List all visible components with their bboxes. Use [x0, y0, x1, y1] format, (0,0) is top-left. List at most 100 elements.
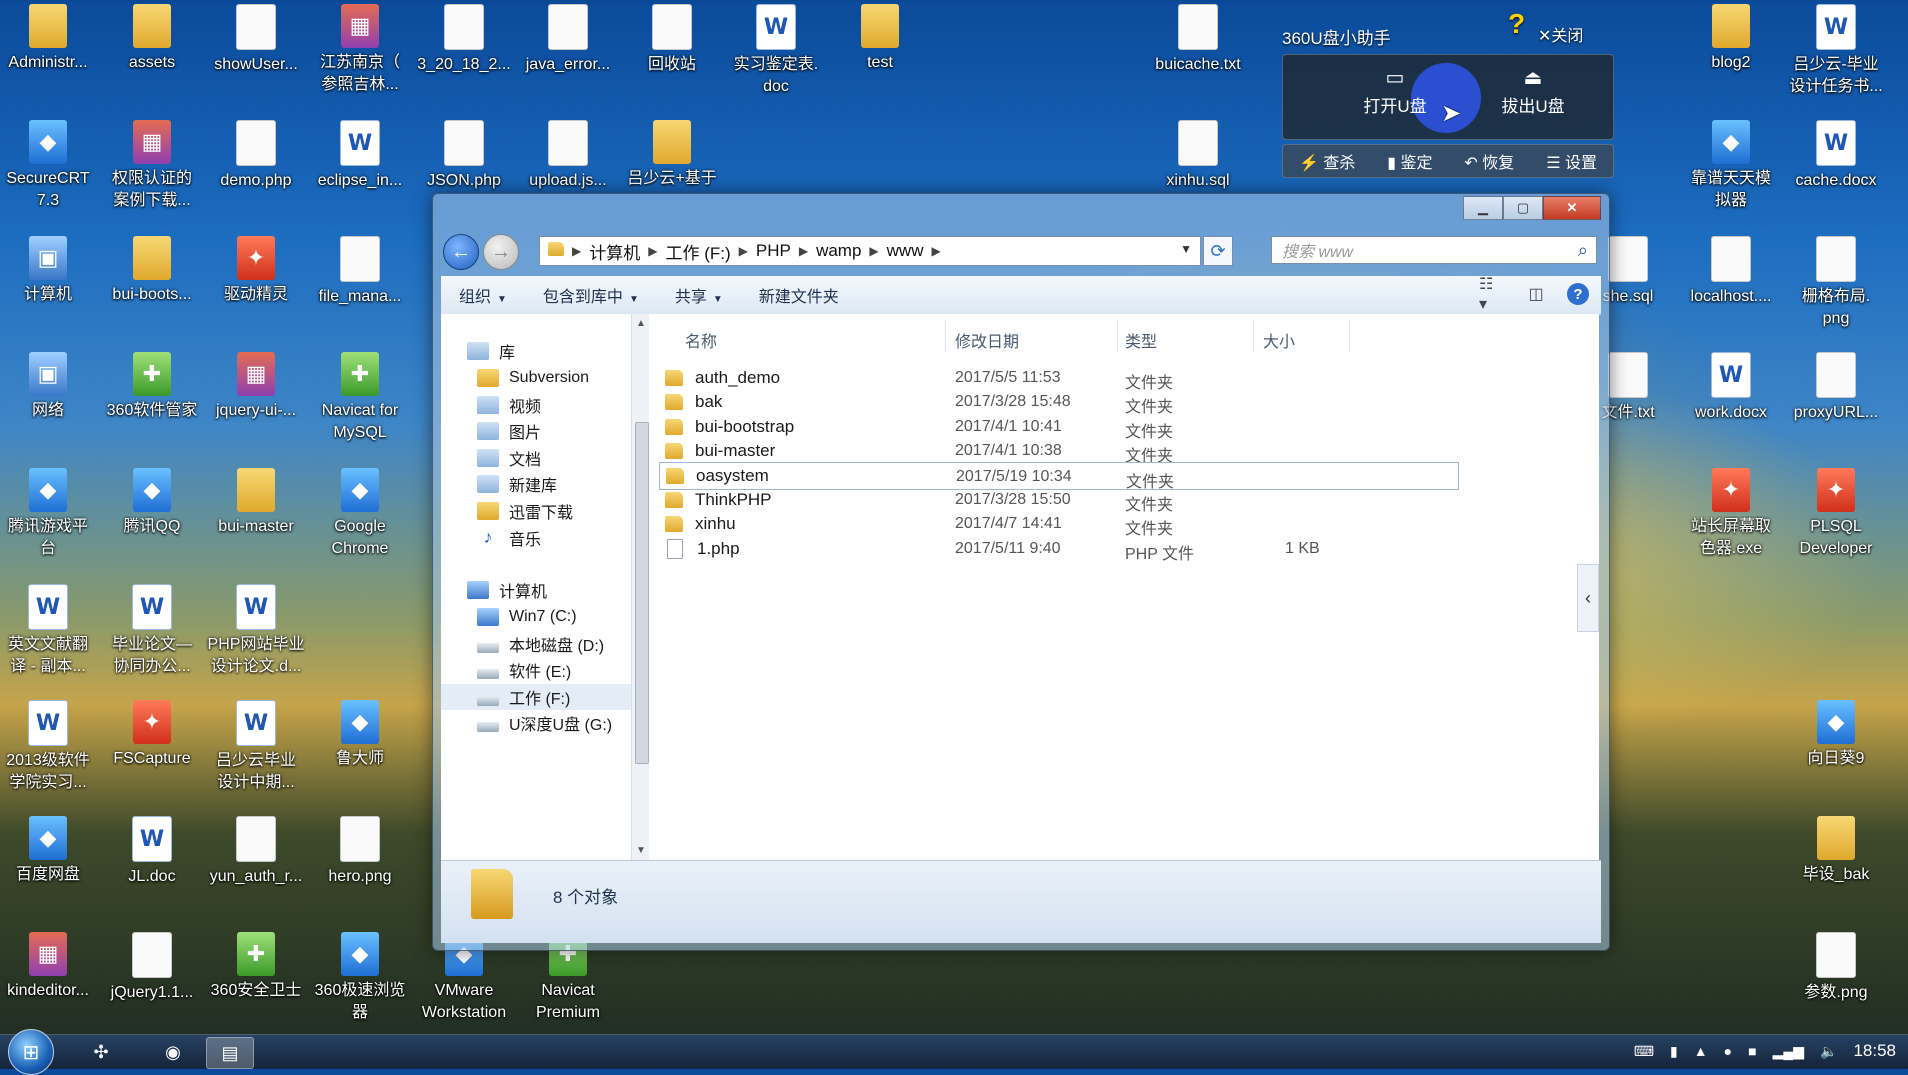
desktop-icon[interactable]: ◆ Google Chrome: [308, 468, 412, 560]
breadcrumb-php[interactable]: PHP: [748, 241, 799, 261]
taskbar-chrome-icon[interactable]: ◉: [150, 1037, 196, 1067]
new-folder-button[interactable]: 新建文件夹: [741, 283, 857, 307]
desktop-icon[interactable]: 栅格布局. png: [1784, 236, 1888, 330]
volume-icon[interactable]: 🔈: [1820, 1043, 1837, 1060]
desktop-icon[interactable]: 吕少云+基于: [620, 120, 724, 190]
nav-drive-item[interactable]: 软件 (E:): [441, 657, 631, 683]
scroll-thumb[interactable]: [635, 422, 649, 764]
change-view-button[interactable]: ☷ ▾: [1479, 276, 1505, 313]
desktop-icon[interactable]: Wwork.docx: [1679, 352, 1783, 424]
desktop-icon[interactable]: Weclipse_in...: [308, 120, 412, 192]
desktop-icon[interactable]: bui-master: [204, 468, 308, 538]
start-button[interactable]: ⊞: [8, 1029, 54, 1075]
back-button[interactable]: ←: [443, 234, 479, 270]
nav-drive-item[interactable]: 本地磁盘 (D:): [441, 631, 631, 657]
collapse-pane-button[interactable]: ‹: [1577, 564, 1599, 632]
desktop-icon[interactable]: W 毕业论文— 协同办公...: [100, 584, 204, 678]
scroll-up-icon[interactable]: ▲: [636, 318, 646, 329]
nav-scrollbar[interactable]: ▲ ▼: [631, 314, 650, 860]
desktop-icon[interactable]: Administr...: [0, 4, 100, 74]
eject-usb-button[interactable]: ⏏ 拔出U盘: [1483, 65, 1583, 117]
desktop-icon[interactable]: ◆ 腾讯QQ: [100, 468, 204, 538]
desktop-icon[interactable]: jQuery1.1...: [100, 932, 204, 1004]
desktop-icon[interactable]: W 吕少云毕业 设计中期...: [204, 700, 308, 794]
share-menu[interactable]: 共享 ▼: [657, 283, 741, 307]
desktop-icon[interactable]: ▣ 网络: [0, 352, 100, 422]
include-in-library-menu[interactable]: 包含到库中 ▼: [525, 283, 657, 307]
nav-library-item[interactable]: 文档: [477, 445, 541, 471]
desktop-icon[interactable]: W 英文文献翻 译 - 副本...: [0, 584, 100, 678]
desktop-icon[interactable]: ◆ 腾讯游戏平 台: [0, 468, 100, 560]
desktop-icon[interactable]: demo.php: [204, 120, 308, 192]
address-bar[interactable]: ▶ 计算机 ▶ 工作 (F:) ▶ PHP ▶ wamp ▶ www ▶ ▼: [539, 236, 1201, 266]
search-icon[interactable]: ⌕: [1578, 240, 1588, 261]
desktop-icon[interactable]: ◆ 360极速浏览 器: [308, 932, 412, 1024]
nav-library-item[interactable]: ♪ 音乐: [477, 525, 542, 551]
qq-tray-icon[interactable]: ●: [1724, 1043, 1732, 1059]
maximize-button[interactable]: ▢: [1503, 196, 1543, 220]
taskbar-360-icon[interactable]: ✣: [78, 1037, 124, 1067]
preview-pane-button[interactable]: ◫: [1523, 282, 1549, 306]
desktop-icon[interactable]: ✚ 360软件管家: [100, 352, 204, 422]
minimize-button[interactable]: ▁: [1463, 196, 1503, 220]
desktop-icon[interactable]: W 2013级软件 学院实习...: [0, 700, 100, 794]
desktop-icon[interactable]: localhost....: [1679, 236, 1783, 308]
desktop-icon[interactable]: xinhu.sql: [1146, 120, 1250, 192]
tray-app-icon[interactable]: ■: [1748, 1043, 1756, 1059]
desktop-icon[interactable]: file_mana...: [308, 236, 412, 308]
verify-button[interactable]: ▮ 鉴定: [1387, 149, 1432, 173]
taskbar-explorer-icon[interactable]: ▤: [206, 1037, 254, 1069]
desktop-icon[interactable]: ▣ 计算机: [0, 236, 100, 306]
nav-libraries[interactable]: 库: [467, 338, 515, 364]
desktop-icon[interactable]: W 吕少云-毕业 设计任务书...: [1784, 4, 1888, 98]
desktop-icon[interactable]: W PHP网站毕业 设计论文.d...: [204, 584, 308, 678]
column-type[interactable]: 类型: [1125, 328, 1157, 352]
nav-drive-item[interactable]: U深度U盘 (G:): [441, 710, 631, 736]
nav-library-item[interactable]: 图片: [477, 418, 541, 444]
help-question-icon[interactable]: ?: [1508, 8, 1538, 42]
column-size[interactable]: 大小: [1263, 328, 1295, 352]
desktop-icon[interactable]: ▦ kindeditor...: [0, 932, 100, 1002]
breadcrumb-drive-f[interactable]: 工作 (F:): [657, 239, 738, 264]
battery-icon[interactable]: ▮: [1670, 1043, 1678, 1060]
desktop-icon[interactable]: assets: [100, 4, 204, 74]
desktop-icon[interactable]: buicache.txt: [1146, 4, 1250, 76]
desktop-icon[interactable]: 毕设_bak: [1784, 816, 1888, 886]
desktop-icon[interactable]: 参数.png: [1784, 932, 1888, 1004]
breadcrumb-www[interactable]: www: [879, 241, 932, 261]
desktop-icon[interactable]: W 实习鉴定表. doc: [724, 4, 828, 98]
desktop-icon[interactable]: ◆ 百度网盘: [0, 816, 100, 886]
clock[interactable]: 18:58: [1853, 1041, 1896, 1061]
open-usb-button[interactable]: ▭ 打开U盘: [1335, 65, 1455, 117]
settings-button[interactable]: ☰ 设置: [1546, 149, 1597, 173]
desktop-icon[interactable]: ◆ 靠谱天天模 拟器: [1679, 120, 1783, 212]
desktop-icon[interactable]: ◆ 向日葵9: [1784, 700, 1888, 770]
nav-library-item[interactable]: Subversion: [477, 365, 589, 391]
nav-library-item[interactable]: 视频: [477, 392, 541, 418]
desktop-icon[interactable]: 回收站: [620, 4, 724, 76]
desktop-icon[interactable]: ▦ jquery-ui-...: [204, 352, 308, 422]
desktop-icon[interactable]: proxyURL...: [1784, 352, 1888, 424]
desktop-icon[interactable]: 3_20_18_2...: [412, 4, 516, 76]
desktop-icon[interactable]: ▦ 权限认证的 案例下载...: [100, 120, 204, 212]
breadcrumb-computer[interactable]: 计算机: [581, 239, 648, 264]
desktop-icon[interactable]: ◆ SecureCRT 7.3: [0, 120, 100, 212]
desktop-icon[interactable]: Wcache.docx: [1784, 120, 1888, 192]
desktop-icon[interactable]: ✦ FSCapture: [100, 700, 204, 770]
desktop-icon[interactable]: hero.png: [308, 816, 412, 888]
keyboard-icon[interactable]: ⌨: [1634, 1043, 1654, 1060]
usb-close-button[interactable]: ✕关闭: [1538, 22, 1583, 46]
nav-drive-item[interactable]: 工作 (F:): [441, 683, 631, 710]
help-icon[interactable]: ?: [1567, 283, 1589, 305]
nav-drive-item[interactable]: Win7 (C:): [441, 604, 631, 630]
organize-menu[interactable]: 组织 ▼: [441, 283, 525, 307]
column-date[interactable]: 修改日期: [955, 328, 1019, 352]
desktop-icon[interactable]: blog2: [1679, 4, 1783, 74]
refresh-button[interactable]: ⟳: [1203, 236, 1233, 266]
desktop-icon[interactable]: ✚ Navicat for MySQL: [308, 352, 412, 444]
forward-button[interactable]: →: [483, 234, 519, 270]
nav-library-item[interactable]: 迅雷下载: [477, 498, 573, 524]
desktop-icon[interactable]: bui-boots...: [100, 236, 204, 306]
desktop-icon[interactable]: W JL.doc: [100, 816, 204, 888]
show-hidden-icons-icon[interactable]: ▲: [1694, 1043, 1708, 1059]
